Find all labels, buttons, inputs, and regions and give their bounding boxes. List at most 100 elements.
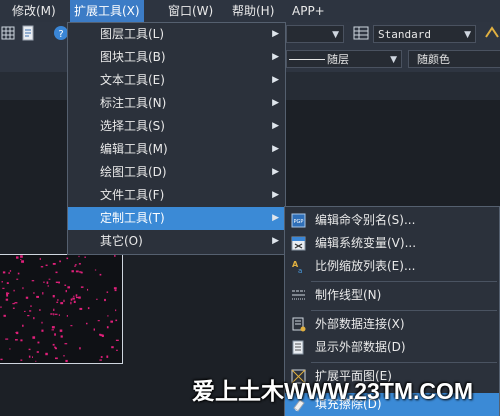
hatch-dot [16, 278, 19, 280]
menu-item-other[interactable]: 其它(O) ▶ [68, 230, 285, 253]
submenu-item-scale-list[interactable]: A a 比例缩放列表(E)... [285, 255, 499, 278]
extension-tools-menu: 图层工具(L) ▶ 图块工具(B) ▶ 文本工具(E) ▶ 标注工具(N) ▶ 选择工具… [67, 22, 286, 255]
submenu-arrow-icon: ▶ [272, 190, 279, 200]
hatch-dot [58, 281, 60, 284]
submenu-arrow-icon: ▶ [272, 144, 279, 154]
hatch-dot [67, 286, 70, 289]
hatch-dot [63, 355, 65, 357]
menu-item-custom-tools[interactable]: 定制工具(T) ▶ [68, 207, 285, 230]
hatch-dot [9, 348, 11, 350]
hatch-dot [24, 310, 26, 312]
linetype-preview-icon [289, 59, 325, 60]
menu-window[interactable]: 窗口(W) [164, 0, 217, 22]
hatch-dot [6, 282, 9, 284]
svg-text:a: a [298, 267, 302, 274]
hatch-dot [75, 294, 78, 297]
hatch-dot [37, 341, 40, 344]
submenu-item-show-external-data[interactable]: 显示外部数据(D) [285, 336, 499, 359]
hatch-dot [45, 264, 48, 266]
hatch-dot [100, 334, 103, 337]
document-icon[interactable] [20, 25, 36, 41]
text-style-combo[interactable]: Standard ▼ [373, 25, 476, 43]
hatch-dot [53, 308, 55, 311]
hatch-dot [70, 298, 73, 301]
hatch-dot [116, 349, 118, 351]
hatch-dot [43, 281, 45, 283]
submenu-arrow-icon: ▶ [272, 121, 279, 131]
hatch-dot [80, 286, 84, 288]
hatch-dot [42, 292, 44, 295]
submenu-item-edit-sysvar[interactable]: 编辑系统变量(V)... [285, 232, 499, 255]
menu-help[interactable]: 帮助(H) [228, 0, 278, 22]
menu-app-plus[interactable]: APP+ [288, 0, 329, 22]
menu-separator [311, 310, 497, 311]
hatch-dot [22, 324, 24, 327]
submenu-item-make-linetype[interactable]: 制作线型(N) [285, 284, 499, 307]
hatch-dot [20, 359, 23, 361]
hatch-dot [104, 298, 106, 302]
hatch-dot [8, 272, 10, 274]
hatch-dot [28, 355, 31, 358]
submenu-arrow-icon: ▶ [272, 213, 279, 223]
hatch-dot [50, 313, 53, 315]
menu-item-file-tools[interactable]: 文件工具(F) ▶ [68, 184, 285, 207]
grid-icon[interactable] [1, 25, 17, 41]
hatch-dot [56, 301, 59, 303]
submenu-arrow-icon: ▶ [272, 167, 279, 177]
hatch-dot [106, 291, 109, 293]
linetype-combo[interactable]: 随层 ▼ [286, 50, 402, 68]
menu-item-select-tools[interactable]: 选择工具(S) ▶ [68, 115, 285, 138]
linetype-value: 随层 [327, 53, 349, 66]
menu-modify[interactable]: 修改(M) [8, 0, 60, 22]
hatch-dot [3, 314, 6, 317]
hatch-dot [106, 355, 109, 358]
svg-text:PGP: PGP [294, 219, 304, 225]
hatch-dot [52, 343, 55, 346]
hatch-dot [51, 329, 54, 331]
color-combo[interactable]: 随颜色 [408, 50, 500, 68]
hatch-dot [99, 359, 102, 361]
hatch-dot [115, 339, 119, 341]
hatch-dot [64, 284, 67, 286]
table-style-icon[interactable] [484, 25, 500, 41]
menu-extension-tools[interactable]: 扩展工具(X) [70, 0, 144, 22]
menu-item-label: 定制工具(T) [100, 211, 165, 225]
hatch-dot [114, 289, 117, 292]
hatch-dot [48, 278, 51, 280]
external-data-icon [292, 340, 304, 355]
menu-item-dimension-tools[interactable]: 标注工具(N) ▶ [68, 92, 285, 115]
menu-item-block-tools[interactable]: 图块工具(B) ▶ [68, 46, 285, 69]
hatch-dot [87, 307, 90, 310]
menu-item-draw-tools[interactable]: 绘图工具(D) ▶ [68, 161, 285, 184]
hatch-dot [78, 255, 80, 258]
hatch-dot [41, 321, 43, 324]
hatch-dot [66, 257, 69, 260]
hatch-dot [115, 309, 117, 312]
submenu-item-edit-alias[interactable]: PGP 编辑命令别名(S)... [285, 209, 499, 232]
hatch-dot [41, 329, 44, 332]
hatch-dot [9, 270, 12, 272]
menu-item-edit-tools[interactable]: 编辑工具(M) ▶ [68, 138, 285, 161]
hatch-dot [76, 297, 79, 299]
chevron-down-icon: ▼ [464, 30, 471, 40]
hatch-dot [53, 313, 55, 316]
chevron-down-icon: ▼ [332, 30, 339, 40]
submenu-item-label: 显示外部数据(D) [315, 340, 406, 354]
dimension-style-combo[interactable]: ▼ [286, 25, 344, 43]
hatch-dot [54, 346, 56, 348]
hatch-dot [72, 297, 75, 300]
hatch-dot [1, 281, 3, 283]
system-variable-icon [291, 236, 306, 251]
text-style-icon[interactable] [353, 25, 369, 41]
submenu-arrow-icon: ▶ [272, 29, 279, 39]
menu-item-text-tools[interactable]: 文本工具(E) ▶ [68, 69, 285, 92]
hatch-dot [12, 307, 15, 309]
submenu-item-data-link[interactable]: 外部数据连接(X) [285, 313, 499, 336]
menu-item-layer-tools[interactable]: 图层工具(L) ▶ [68, 23, 285, 46]
hatch-dot [35, 360, 37, 362]
linetype-icon [292, 290, 305, 300]
hatch-dot [114, 255, 116, 257]
svg-text:?: ? [58, 29, 63, 40]
data-link-icon [292, 317, 306, 332]
hatch-region[interactable] [0, 254, 123, 364]
